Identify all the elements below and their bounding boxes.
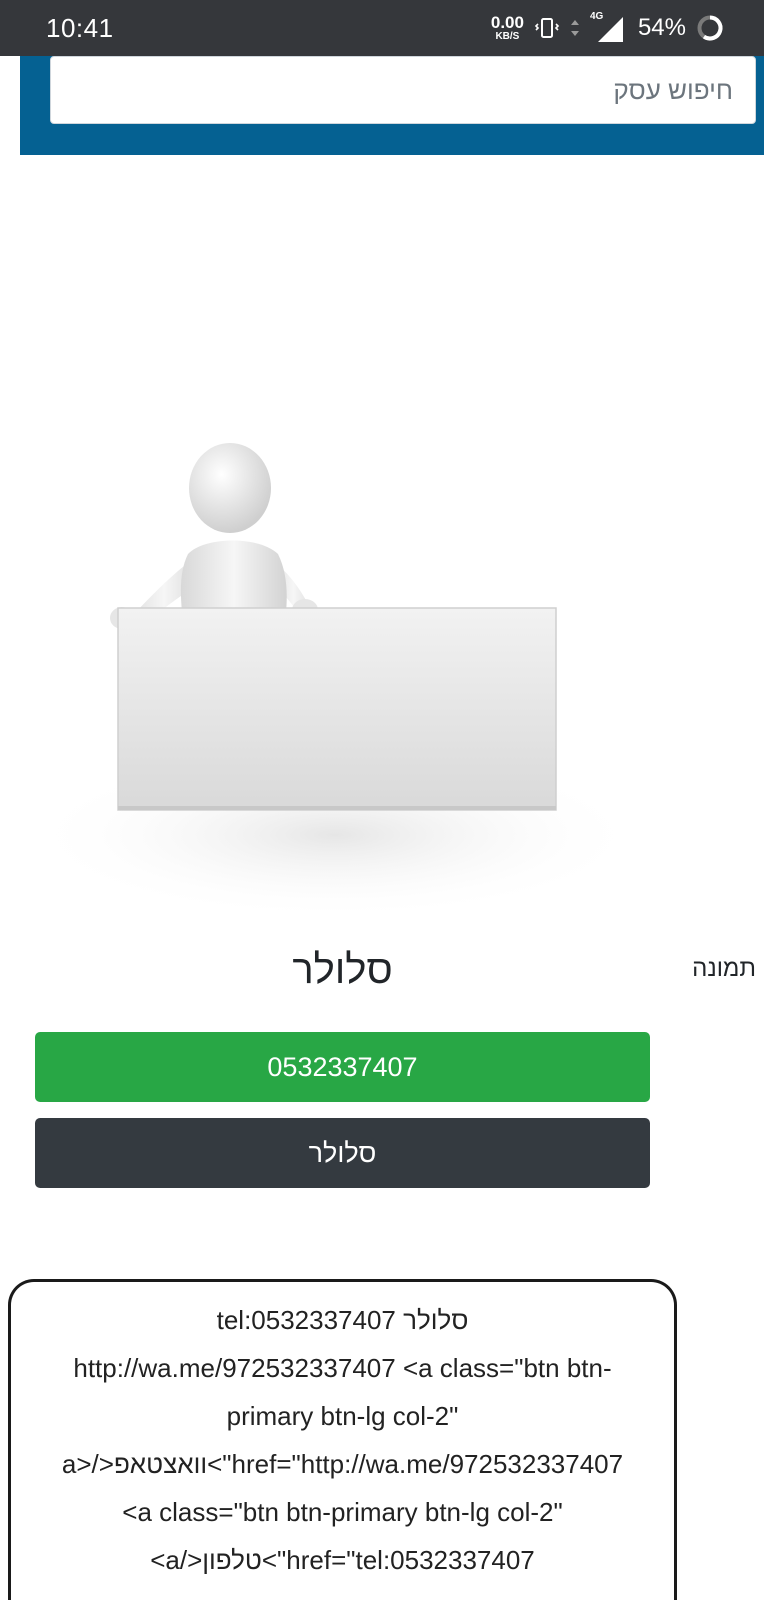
business-name-button[interactable]: סלולר (35, 1118, 650, 1188)
battery-percent: 54% (637, 14, 686, 41)
figure-head (189, 443, 271, 533)
figure-body (180, 540, 287, 612)
data-arrows-icon (570, 20, 579, 36)
vibrate-icon (534, 18, 560, 38)
board-edge (118, 806, 556, 810)
business-image (25, 443, 645, 920)
phone-button[interactable]: 0532337407 (35, 1032, 650, 1102)
header-band (20, 56, 764, 155)
raw-output-line: primary btn-lg col-2" (226, 1401, 459, 1431)
status-icons: 0.00 KB/S 4G 54% (491, 10, 724, 46)
business-name: סלולר (292, 948, 393, 992)
network-speed-value: 0.00 (490, 13, 524, 32)
status-bar: 10:41 0.00 KB/S 4G 54% (0, 0, 764, 56)
network-speed: 0.00 KB/S (491, 14, 524, 42)
raw-output-line: <a/>טלפון<"href="tel:0532337407 (150, 1545, 535, 1575)
status-time: 10:41 (46, 13, 114, 43)
image-label: תמונה (692, 955, 756, 982)
raw-output-line: <a class="btn btn-primary btn-lg col-2" (122, 1497, 563, 1527)
raw-output-line: tel:0532337407 סלולר (216, 1305, 469, 1335)
raw-output-line: http://wa.me/972532337407 <a class="btn … (73, 1353, 612, 1383)
page: 10:41 0.00 KB/S 4G 54% חיפוש עסק תמונה ס… (0, 0, 764, 1600)
raw-output-box: tel:0532337407 סלולר http://wa.me/972532… (8, 1279, 677, 1600)
search-input[interactable] (50, 56, 756, 124)
network-speed-unit: KB/S (495, 31, 520, 42)
blank-board (117, 607, 557, 811)
signal-icon: 4G (590, 11, 624, 43)
battery-ring-icon (697, 15, 723, 41)
raw-output-line: a>/>וואצטאפ<"href="http://wa.me/97253233… (61, 1449, 624, 1479)
